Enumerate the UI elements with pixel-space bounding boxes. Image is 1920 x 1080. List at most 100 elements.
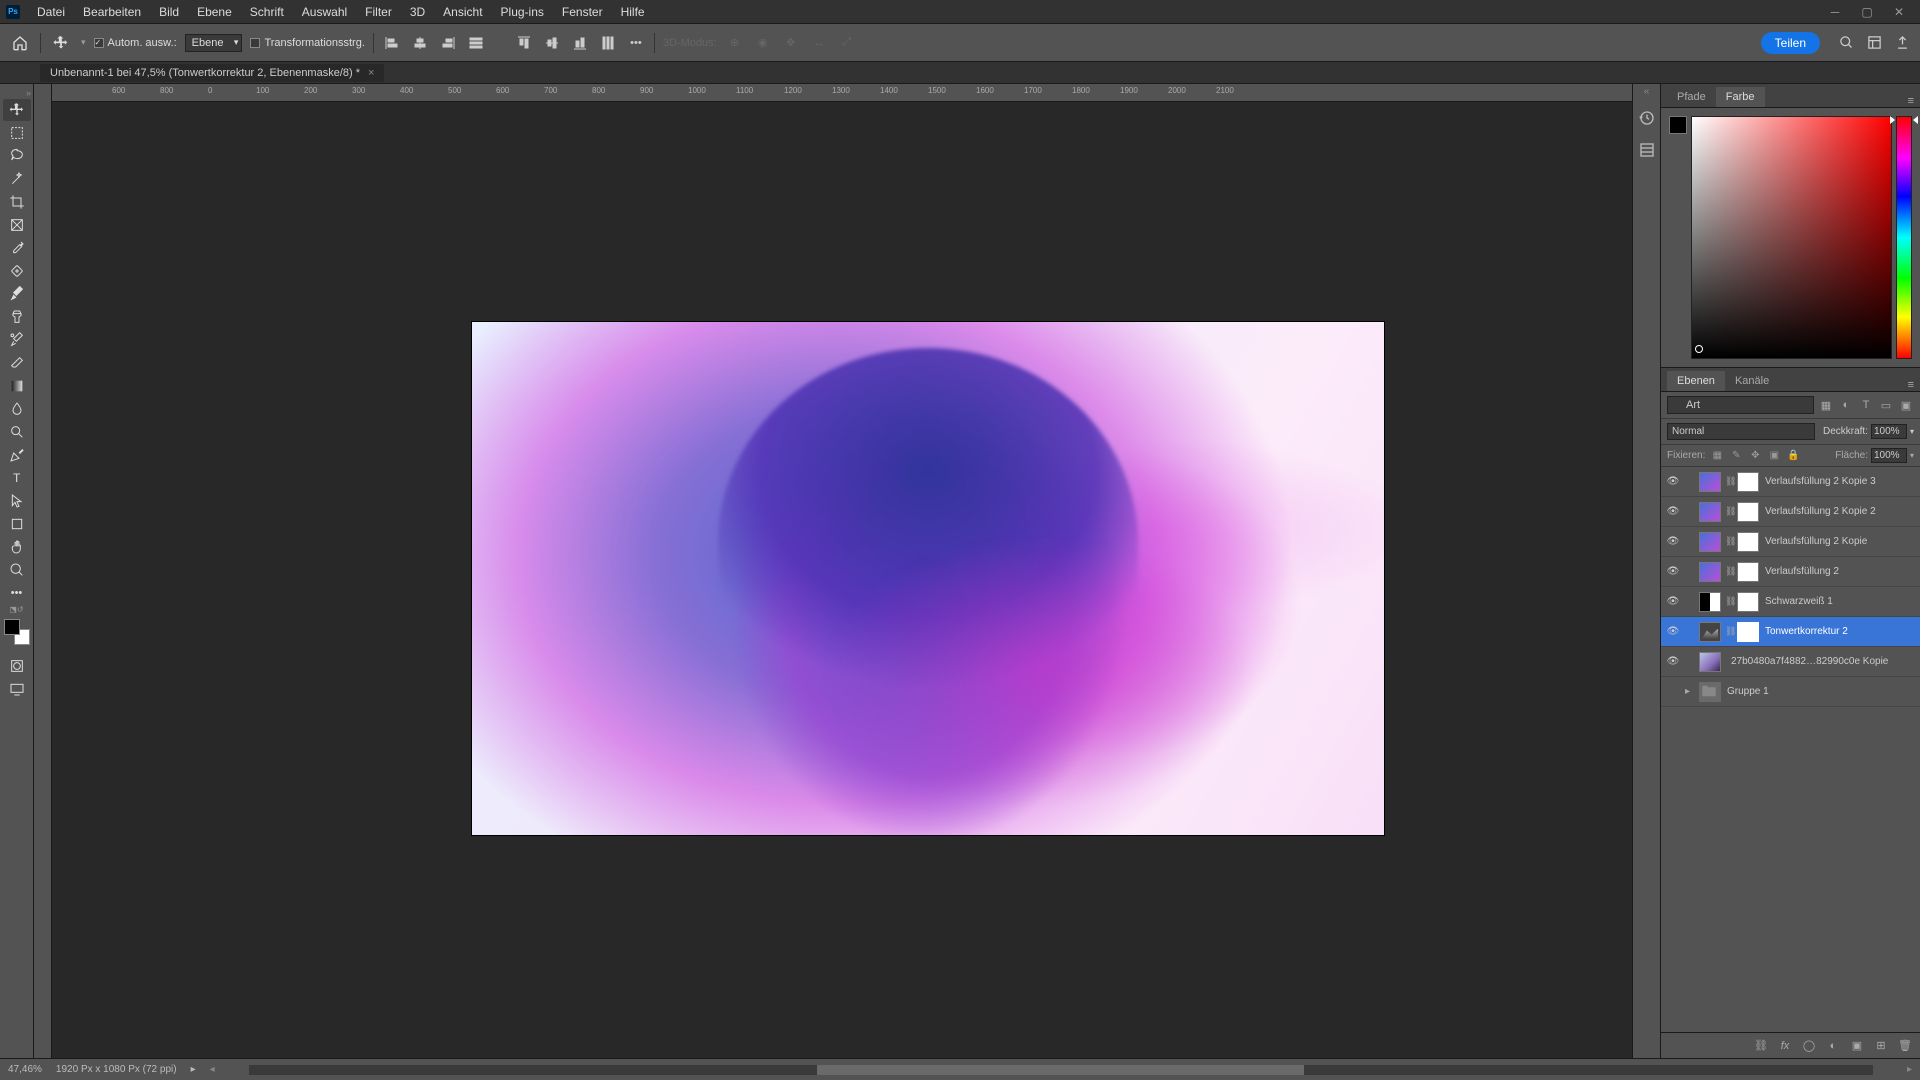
visibility-toggle[interactable]: 👁 xyxy=(1665,476,1681,487)
menu-fenster[interactable]: Fenster xyxy=(553,1,612,23)
add-adjustment-icon[interactable]: ◐ xyxy=(1826,1039,1840,1053)
menu-bild[interactable]: Bild xyxy=(150,1,188,23)
marquee-tool[interactable] xyxy=(3,122,31,144)
layer-mask-thumb[interactable] xyxy=(1737,532,1759,552)
color-panel-menu-icon[interactable]: ≡ xyxy=(1902,95,1920,107)
menu-ebene[interactable]: Ebene xyxy=(188,1,241,23)
expand-group-icon[interactable]: ▸ xyxy=(1685,686,1695,697)
document-info[interactable]: 1920 Px x 1080 Px (72 ppi) xyxy=(56,1064,177,1075)
more-tools[interactable]: ••• xyxy=(3,582,31,604)
layer-row[interactable]: 👁 27b0480a7f4882…82990c0e Kopie xyxy=(1661,647,1920,677)
path-select-tool[interactable] xyxy=(3,490,31,512)
lock-transparent-icon[interactable]: ▦ xyxy=(1710,449,1724,463)
layer-row[interactable]: 👁 ⛓ Verlaufsfüllung 2 Kopie 2 xyxy=(1661,497,1920,527)
new-group-icon[interactable]: ▣ xyxy=(1850,1039,1864,1053)
hand-tool[interactable] xyxy=(3,536,31,558)
layer-name[interactable]: Verlaufsfüllung 2 Kopie xyxy=(1763,536,1916,547)
workspace-icon[interactable] xyxy=(1864,33,1884,53)
expand-panels-icon[interactable]: « xyxy=(1644,86,1650,97)
tab-pfade[interactable]: Pfade xyxy=(1667,87,1716,107)
filter-pixel-icon[interactable]: ▦ xyxy=(1818,397,1834,413)
type-tool[interactable]: T xyxy=(3,467,31,489)
visibility-toggle[interactable]: 👁 xyxy=(1665,596,1681,607)
ruler-horizontal[interactable]: 600 800 0 100 200 300 400 500 600 700 80… xyxy=(52,84,1632,102)
filter-smart-icon[interactable]: ▣ xyxy=(1898,397,1914,413)
menu-schrift[interactable]: Schrift xyxy=(241,1,293,23)
document-tab[interactable]: Unbenannt-1 bei 47,5% (Tonwertkorrektur … xyxy=(40,64,384,82)
layer-thumb[interactable] xyxy=(1699,532,1721,552)
add-mask-icon[interactable]: ◯ xyxy=(1802,1039,1816,1053)
close-tab-icon[interactable]: × xyxy=(368,67,374,79)
eyedropper-tool[interactable] xyxy=(3,237,31,259)
auto-select-target-dropdown[interactable]: Ebene xyxy=(185,34,243,52)
layer-name[interactable]: Tonwertkorrektur 2 xyxy=(1763,626,1916,637)
foreground-color[interactable] xyxy=(4,619,20,635)
home-button[interactable] xyxy=(8,31,32,55)
color-fg-swatch[interactable] xyxy=(1669,116,1687,134)
layer-mask-thumb[interactable] xyxy=(1737,502,1759,522)
screenmode-button[interactable] xyxy=(3,678,31,700)
visibility-toggle[interactable]: 👁 xyxy=(1665,566,1681,577)
layer-thumb[interactable] xyxy=(1699,502,1721,522)
layer-name[interactable]: Schwarzweiß 1 xyxy=(1763,596,1916,607)
properties-panel-icon[interactable] xyxy=(1637,140,1657,160)
healing-tool[interactable] xyxy=(3,260,31,282)
minimize-button[interactable]: ─ xyxy=(1820,2,1850,22)
quickmask-button[interactable] xyxy=(3,655,31,677)
zoom-tool[interactable] xyxy=(3,559,31,581)
gradient-tool[interactable] xyxy=(3,375,31,397)
blend-mode-dropdown[interactable]: Normal xyxy=(1667,423,1815,440)
menu-3d[interactable]: 3D xyxy=(401,1,434,23)
close-button[interactable]: ✕ xyxy=(1884,2,1914,22)
new-layer-icon[interactable]: ⊞ xyxy=(1874,1039,1888,1053)
menu-ansicht[interactable]: Ansicht xyxy=(434,1,491,23)
dodge-tool[interactable] xyxy=(3,421,31,443)
layer-thumb[interactable] xyxy=(1699,562,1721,582)
filter-adjust-icon[interactable]: ◐ xyxy=(1838,397,1854,413)
layers-panel-menu-icon[interactable]: ≡ xyxy=(1902,379,1920,391)
layer-fx-icon[interactable]: fx xyxy=(1778,1039,1792,1053)
lock-artboard-icon[interactable]: ▣ xyxy=(1767,449,1781,463)
visibility-toggle[interactable]: 👁 xyxy=(1665,626,1681,637)
layer-name[interactable]: Verlaufsfüllung 2 Kopie 2 xyxy=(1763,506,1916,517)
menu-bearbeiten[interactable]: Bearbeiten xyxy=(74,1,150,23)
distribute-v-icon[interactable] xyxy=(598,33,618,53)
frame-tool[interactable] xyxy=(3,214,31,236)
blur-tool[interactable] xyxy=(3,398,31,420)
distribute-icon[interactable] xyxy=(466,33,486,53)
align-right-icon[interactable] xyxy=(438,33,458,53)
menu-filter[interactable]: Filter xyxy=(356,1,401,23)
menu-plugins[interactable]: Plug-ins xyxy=(492,1,553,23)
shape-tool[interactable] xyxy=(3,513,31,535)
move-tool[interactable] xyxy=(3,99,31,121)
share-button[interactable]: Teilen xyxy=(1761,32,1820,54)
layer-row[interactable]: 👁 ⛓ Verlaufsfüllung 2 xyxy=(1661,557,1920,587)
crop-tool[interactable] xyxy=(3,191,31,213)
menu-auswahl[interactable]: Auswahl xyxy=(293,1,356,23)
color-field[interactable] xyxy=(1691,116,1892,359)
history-brush-tool[interactable] xyxy=(3,329,31,351)
filter-type-icon[interactable]: T xyxy=(1858,397,1874,413)
history-panel-icon[interactable] xyxy=(1637,108,1657,128)
lock-all-icon[interactable]: 🔒 xyxy=(1786,449,1800,463)
layer-mask-thumb[interactable] xyxy=(1737,562,1759,582)
eraser-tool[interactable] xyxy=(3,352,31,374)
layer-mask-thumb[interactable] xyxy=(1737,472,1759,492)
pen-tool[interactable] xyxy=(3,444,31,466)
color-swatches[interactable] xyxy=(4,619,30,645)
lock-paint-icon[interactable]: ✎ xyxy=(1729,449,1743,463)
export-icon[interactable] xyxy=(1892,33,1912,53)
canvas[interactable] xyxy=(472,322,1384,835)
filter-shape-icon[interactable]: ▭ xyxy=(1878,397,1894,413)
align-top-icon[interactable] xyxy=(514,33,534,53)
layer-name[interactable]: Verlaufsfüllung 2 Kopie 3 xyxy=(1763,476,1916,487)
wand-tool[interactable] xyxy=(3,168,31,190)
tab-kanaele[interactable]: Kanäle xyxy=(1725,371,1779,391)
maximize-button[interactable]: ▢ xyxy=(1852,2,1882,22)
tab-ebenen[interactable]: Ebenen xyxy=(1667,371,1725,391)
menu-datei[interactable]: Datei xyxy=(28,1,74,23)
fill-input[interactable] xyxy=(1871,448,1907,463)
layer-row[interactable]: 👁 ⛓ Verlaufsfüllung 2 Kopie 3 xyxy=(1661,467,1920,497)
layer-thumb[interactable] xyxy=(1699,592,1721,612)
link-layers-icon[interactable]: ⛓ xyxy=(1754,1039,1768,1053)
